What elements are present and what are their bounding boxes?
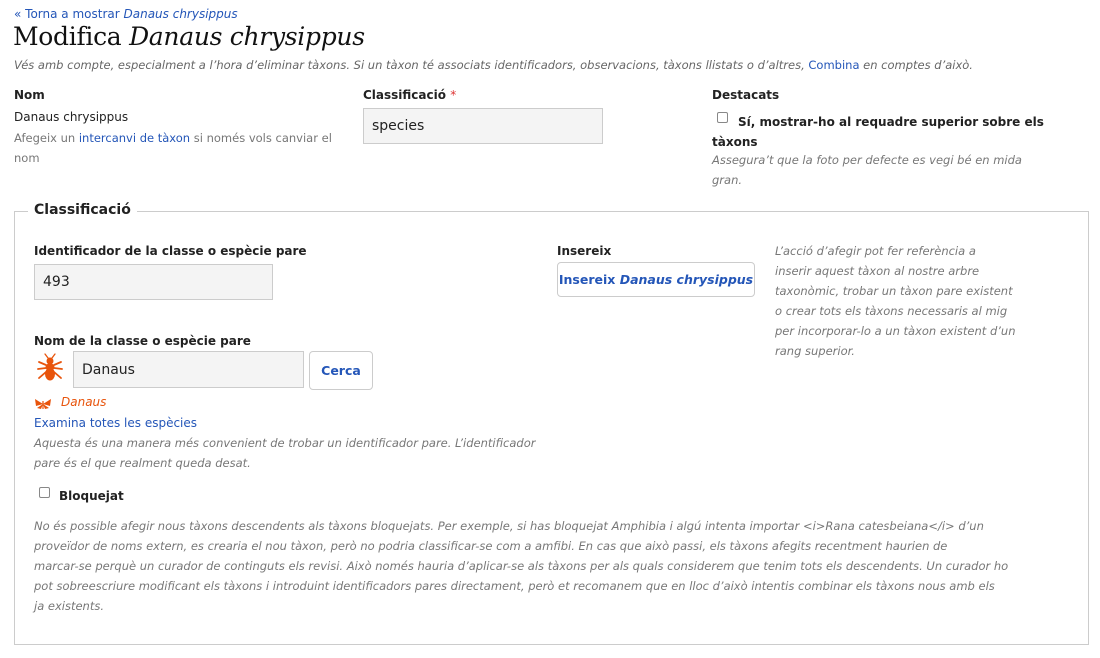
featured-checkbox-label[interactable]: Sí, mostrar-ho al requadre superior sobr… (712, 112, 1048, 152)
graft-button[interactable]: Insereix Danaus chrysippus (557, 262, 755, 297)
featured-label: Destacats (712, 88, 780, 102)
rank-label: Classificació * (363, 88, 457, 102)
parent-name-label: Nom de la classe o espècie pare (34, 334, 251, 348)
parent-id-label: Identificador de la classe o espècie par… (34, 244, 307, 258)
parent-hint: Aquesta és una manera més convenient de … (34, 436, 536, 470)
parent-name-input[interactable]: Danaus (73, 351, 304, 388)
back-link[interactable]: « Torna a mostrar Danaus chrysippus (14, 7, 238, 21)
taxon-swap-link[interactable]: intercanvi de tàxon (79, 131, 190, 145)
graft-hint: L’acció d’afegir pot fer referència a in… (775, 244, 1016, 358)
locked-hint: No és possible afegir nous tàxons descen… (34, 519, 1009, 613)
locked-checkbox[interactable] (39, 487, 50, 498)
butterfly-icon (34, 395, 52, 409)
taxon-name: Danaus chrysippus (14, 110, 129, 124)
browse-species-link[interactable]: Examina totes les espècies (34, 416, 197, 430)
parent-id-input[interactable]: 493 (34, 264, 273, 300)
graft-label: Insereix (557, 244, 612, 258)
page-title: Modifica Danaus chrysippus (13, 22, 365, 51)
search-button[interactable]: Cerca (309, 351, 373, 390)
selected-taxon[interactable]: Danaus (61, 395, 106, 409)
edit-warning: Vés amb compte, especialment a l’hora d’… (14, 58, 973, 72)
merge-link[interactable]: Combina (808, 58, 859, 72)
featured-hint: Assegura’t que la foto per defecte es ve… (712, 153, 1022, 187)
required-marker: * (450, 88, 457, 102)
classification-legend: Classificació (28, 202, 137, 218)
featured-checkbox[interactable] (717, 112, 728, 123)
locked-label[interactable]: Bloquejat (59, 489, 124, 503)
name-label: Nom (14, 88, 45, 102)
name-hint: Afegeix un intercanvi de tàxon si només … (14, 131, 332, 165)
insect-icon (35, 353, 65, 383)
rank-select[interactable]: species (363, 108, 603, 144)
